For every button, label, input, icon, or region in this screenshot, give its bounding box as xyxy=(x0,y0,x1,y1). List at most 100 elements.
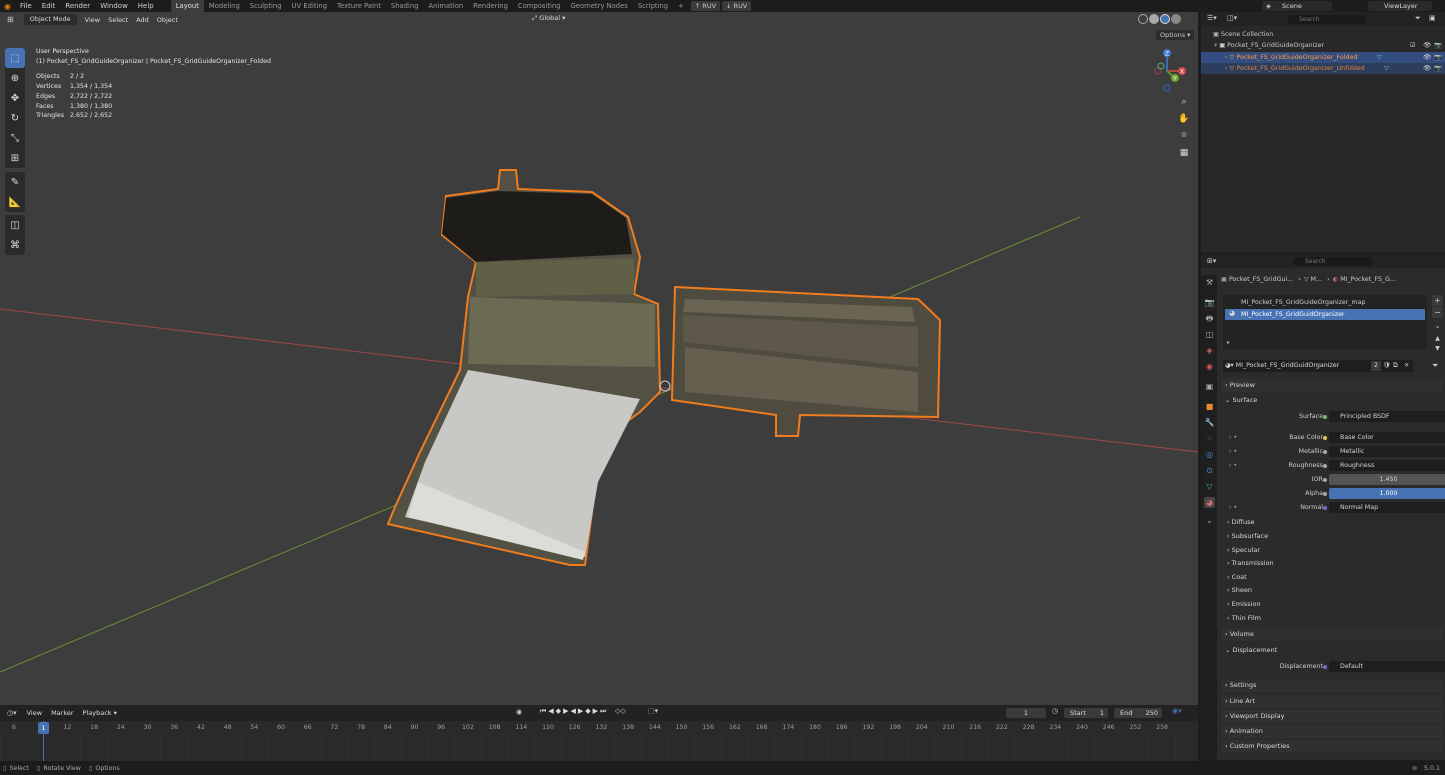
start-frame-field[interactable]: Start 1 xyxy=(1064,708,1108,718)
tab-rendering[interactable]: Rendering xyxy=(468,0,513,12)
remove-slot-button[interactable]: − xyxy=(1432,307,1443,318)
properties-search-input[interactable]: Search xyxy=(1293,257,1373,266)
ruv-button-1[interactable]: ↑ RUV xyxy=(690,1,721,11)
timeline-menu-view[interactable]: View xyxy=(27,709,42,717)
preview-range-icon[interactable]: ◷ xyxy=(1052,707,1058,715)
view-layer-tab-icon[interactable]: ◫ xyxy=(1204,329,1215,340)
subsection-emission[interactable]: › Emission xyxy=(1227,598,1445,611)
add-cube-tool[interactable]: ◫ xyxy=(5,215,25,235)
rotate-tool[interactable]: ↻ xyxy=(5,108,25,128)
move-slot-down-button[interactable]: ▼ xyxy=(1432,345,1443,354)
filter-icon[interactable]: ⏷ xyxy=(1415,14,1421,23)
current-frame-field[interactable]: 1 xyxy=(1006,708,1046,718)
transform-orientation[interactable]: ⤢ Global ▾ xyxy=(532,14,565,23)
subsection-subsurface[interactable]: › Subsurface xyxy=(1227,530,1445,543)
tab-animation[interactable]: Animation xyxy=(424,0,469,12)
tab-compositing[interactable]: Compositing xyxy=(513,0,566,12)
tab-layout[interactable]: Layout xyxy=(170,0,204,12)
subsection-thin-film[interactable]: › Thin Film xyxy=(1227,612,1445,625)
roughness-field[interactable]: Roughness xyxy=(1329,460,1445,471)
collection-render-icon[interactable]: 📷 xyxy=(1434,40,1442,51)
new-collection-icon[interactable]: ▣ xyxy=(1429,14,1436,22)
menu-window[interactable]: Window xyxy=(95,2,133,10)
transform-tool[interactable]: ⊞ xyxy=(5,148,25,168)
scene-tab-icon[interactable]: ◈ xyxy=(1204,345,1215,356)
editor-type-icon[interactable]: ⊞ xyxy=(7,15,14,24)
mode-selector[interactable]: Object Mode xyxy=(23,14,77,25)
particles-tab-icon[interactable]: ⁘ xyxy=(1204,433,1215,444)
physics-tab-icon[interactable]: ◎ xyxy=(1204,449,1215,460)
section-displacement[interactable]: ⌄ Displacement xyxy=(1221,644,1443,657)
base-color-field[interactable]: Base Color xyxy=(1329,432,1445,443)
scale-tool[interactable]: ⤡ xyxy=(5,128,25,148)
camera-view-icon[interactable]: ⌾ xyxy=(1177,129,1191,143)
display-mode-icon[interactable]: ◫▾ xyxy=(1227,14,1237,22)
tab-scripting[interactable]: Scripting xyxy=(633,0,673,12)
annotate-tool[interactable]: ✎ xyxy=(5,172,25,192)
subsection-sheen[interactable]: › Sheen xyxy=(1227,584,1445,597)
scene-selector[interactable]: ◈ Scene xyxy=(1262,1,1332,11)
section-preview[interactable]: › Preview xyxy=(1221,379,1443,392)
tab-texture-paint[interactable]: Texture Paint xyxy=(332,0,386,12)
modifier-tab-icon[interactable]: 🔧 xyxy=(1204,417,1215,428)
menu-edit[interactable]: Edit xyxy=(37,2,61,10)
add-slot-button[interactable]: + xyxy=(1432,295,1443,306)
unlink-material-icon[interactable]: ✕ xyxy=(1404,360,1409,372)
collection-checkbox[interactable]: ☑ xyxy=(1410,40,1416,51)
ior-field[interactable]: 1.450 xyxy=(1329,474,1445,485)
navigation-gizmo[interactable]: X Z Y xyxy=(1143,46,1191,94)
timeline-menu-playback[interactable]: Playback ▾ xyxy=(83,709,117,717)
collection-visibility-icon[interactable]: 👁 xyxy=(1423,40,1431,51)
add-workspace-button[interactable]: + xyxy=(673,0,689,12)
keying-set-icon[interactable]: ⬚▾ xyxy=(648,707,658,715)
material-tab-icon[interactable]: ◕ xyxy=(1204,497,1215,508)
keyframe-type-icon[interactable]: ◇◇ xyxy=(615,707,626,715)
section-line-art[interactable]: › Line Art xyxy=(1221,695,1443,708)
cursor-tool[interactable]: ⊕ xyxy=(5,68,25,88)
outliner-scene-collection[interactable]: ▣ Scene Collection xyxy=(1201,29,1445,40)
properties-editor-icon[interactable]: ⊞▾ xyxy=(1207,257,1216,265)
browse-filter-icon[interactable]: ⏷ xyxy=(1432,361,1438,371)
material-slot-map[interactable]: MI_Pocket_FS_GridGuideOrganizer_map xyxy=(1225,297,1425,308)
alpha-slider[interactable]: 1.000 xyxy=(1329,488,1445,499)
menu-select[interactable]: Select xyxy=(108,16,128,24)
tab-shading[interactable]: Shading xyxy=(386,0,424,12)
grid-projection-icon[interactable]: ▦ xyxy=(1177,146,1191,160)
metallic-field[interactable]: Metallic xyxy=(1329,446,1445,457)
folded-visibility-icon[interactable]: 👁 xyxy=(1423,52,1431,63)
outliner-object-unfolded[interactable]: › ▽ Pocket_FS_GridGuideOrganizer_Unfolde… xyxy=(1201,63,1445,74)
end-frame-field[interactable]: End 250 xyxy=(1114,708,1162,718)
menu-view[interactable]: View xyxy=(85,16,100,24)
viewport-3d[interactable]: ⊞ Object Mode View Select Add Object ⤢ G… xyxy=(0,12,1198,705)
section-settings[interactable]: › Settings xyxy=(1221,679,1443,692)
pan-hand-icon[interactable]: ✋ xyxy=(1177,112,1191,126)
section-surface[interactable]: ⌄ Surface xyxy=(1221,394,1443,407)
section-volume[interactable]: › Volume xyxy=(1221,628,1443,641)
tab-sculpting[interactable]: Sculpting xyxy=(245,0,287,12)
subsection-transmission[interactable]: › Transmission xyxy=(1227,557,1445,570)
subsection-specular[interactable]: › Specular xyxy=(1227,544,1445,557)
material-datablock-field[interactable]: ◕▾ MI_Pocket_FS_GridGuidOrganizer 2 🛡 ⧉ … xyxy=(1223,360,1413,372)
outliner-search-input[interactable]: Search xyxy=(1287,15,1367,24)
playhead-marker[interactable]: 1 xyxy=(38,722,49,734)
render-tab-icon[interactable]: 📷 xyxy=(1204,297,1215,308)
move-slot-up-button[interactable]: ▲ xyxy=(1432,335,1443,344)
playback-controls[interactable]: ⏮◀◆▶◀▶◆▶⏭ xyxy=(540,707,608,716)
uv-tool[interactable]: ⌘ xyxy=(5,235,25,255)
user-count-badge[interactable]: 2 xyxy=(1371,361,1381,371)
frame-ruler[interactable]: 6612182430364248546066727884909610210811… xyxy=(0,721,1198,735)
tab-modeling[interactable]: Modeling xyxy=(204,0,245,12)
section-animation[interactable]: › Animation xyxy=(1221,725,1443,738)
timeline-menu-marker[interactable]: Marker xyxy=(51,709,73,717)
object-tab-icon[interactable]: ■ xyxy=(1204,401,1215,412)
fake-user-icon[interactable]: 🛡 xyxy=(1383,360,1391,372)
menu-render[interactable]: Render xyxy=(60,2,95,10)
ruv-button-2[interactable]: ↓ RUV xyxy=(722,1,752,11)
shading-mode-buttons[interactable] xyxy=(1138,14,1182,25)
menu-file[interactable]: File xyxy=(15,2,37,10)
texture-tab-icon[interactable]: ⌄ xyxy=(1204,515,1215,526)
subsection-diffuse[interactable]: › Diffuse xyxy=(1227,516,1445,529)
zoom-icon[interactable]: ⌕ xyxy=(1177,95,1191,109)
tab-uv-editing[interactable]: UV Editing xyxy=(287,0,332,12)
surface-shader-field[interactable]: Principled BSDF xyxy=(1329,411,1445,422)
